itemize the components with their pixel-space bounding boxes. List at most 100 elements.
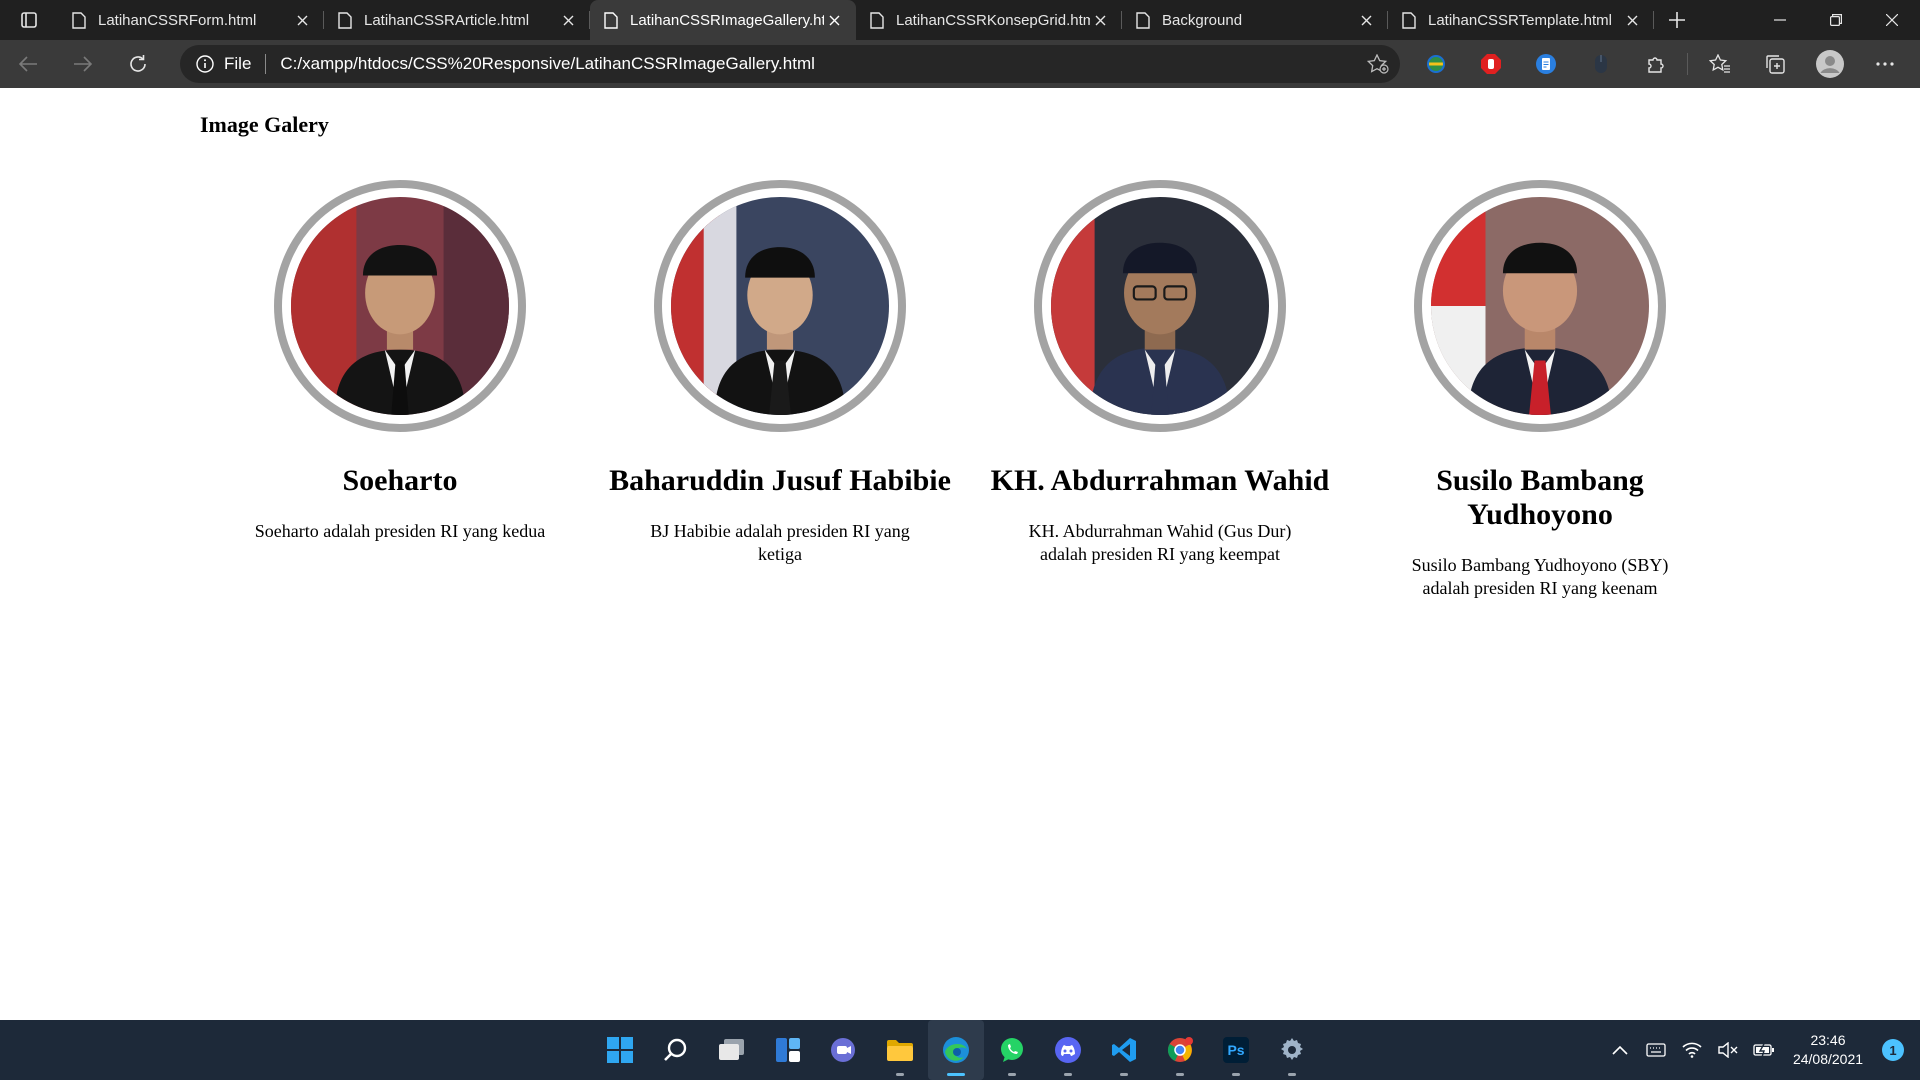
wifi-button[interactable] xyxy=(1674,1020,1710,1080)
close-tab-button[interactable] xyxy=(1090,10,1110,30)
puzzle-icon xyxy=(1647,57,1664,73)
taskbar-apps: Ps xyxy=(592,1020,1320,1080)
extension-docs-button[interactable] xyxy=(1518,40,1573,88)
add-favorite-button[interactable] xyxy=(1356,54,1400,74)
card-description: BJ Habibie adalah presiden RI yang ketig… xyxy=(650,521,910,564)
widgets-button[interactable] xyxy=(760,1020,816,1080)
tab-actions-icon xyxy=(21,12,37,28)
close-icon xyxy=(1361,15,1371,25)
photoshop-icon: Ps xyxy=(1223,1037,1249,1063)
favorites-button[interactable] xyxy=(1692,40,1747,88)
document-extension-icon xyxy=(1535,54,1556,74)
vscode-button[interactable] xyxy=(1096,1020,1152,1080)
stop-hand-icon xyxy=(1480,54,1501,74)
close-tab-button[interactable] xyxy=(1622,10,1642,30)
close-tab-button[interactable] xyxy=(1356,10,1376,30)
close-icon xyxy=(1886,14,1898,26)
whatsapp-button[interactable] xyxy=(984,1020,1040,1080)
tab-actions-button[interactable] xyxy=(0,0,58,40)
back-button[interactable] xyxy=(0,40,55,88)
page-icon xyxy=(1136,11,1150,29)
info-icon[interactable] xyxy=(196,55,214,73)
close-tab-button[interactable] xyxy=(824,10,844,30)
extension-adblock-button[interactable] xyxy=(1463,40,1518,88)
tab-image-gallery[interactable]: LatihanCSSRImageGallery.html xyxy=(590,0,856,40)
search-button[interactable] xyxy=(648,1020,704,1080)
image-gallery: Soeharto Soeharto adalah presiden RI yan… xyxy=(210,180,1730,600)
url-text[interactable]: C:/xampp/htdocs/CSS%20Responsive/Latihan… xyxy=(280,54,1356,74)
clock-time: 23:46 xyxy=(1810,1032,1846,1048)
tab-background[interactable]: Background xyxy=(1122,0,1388,40)
tab-title: LatihanCSSRArticle.html xyxy=(364,11,530,29)
task-view-button[interactable] xyxy=(704,1020,760,1080)
plus-icon xyxy=(1669,12,1685,28)
close-tab-button[interactable] xyxy=(558,10,578,30)
tab-konsep-grid[interactable]: LatihanCSSRKonsepGrid.html xyxy=(856,0,1122,40)
portrait-image xyxy=(671,197,889,415)
photoshop-button[interactable]: Ps xyxy=(1208,1020,1264,1080)
address-bar[interactable]: File C:/xampp/htdocs/CSS%20Responsive/La… xyxy=(180,45,1400,83)
gallery-card: Soeharto Soeharto adalah presiden RI yan… xyxy=(210,180,590,600)
windows-taskbar: Ps 23:46 24/08/2021 1 xyxy=(0,1020,1920,1080)
volume-muted-icon xyxy=(1718,1042,1738,1058)
file-explorer-button[interactable] xyxy=(872,1020,928,1080)
chrome-button[interactable] xyxy=(1152,1020,1208,1080)
chrome-icon xyxy=(1167,1037,1193,1062)
chat-button[interactable] xyxy=(816,1020,872,1080)
battery-button[interactable] xyxy=(1746,1020,1782,1080)
restore-button[interactable] xyxy=(1808,0,1864,40)
page-title: Image Galery xyxy=(200,112,329,137)
portrait-image xyxy=(1431,197,1649,415)
tab-title: LatihanCSSRTemplate.html xyxy=(1428,11,1612,29)
card-name: Susilo Bambang Yudhoyono xyxy=(1436,464,1644,531)
edge-button[interactable] xyxy=(928,1020,984,1080)
close-icon xyxy=(563,15,573,25)
profile-button[interactable] xyxy=(1802,40,1857,88)
site-scheme-label[interactable]: File xyxy=(224,54,251,74)
tab-template[interactable]: LatihanCSSRTemplate.html xyxy=(1388,0,1654,40)
refresh-button[interactable] xyxy=(110,40,165,88)
tab-article[interactable]: LatihanCSSRArticle.html xyxy=(324,0,590,40)
page-icon xyxy=(870,11,884,29)
extension-translate-button[interactable] xyxy=(1408,40,1463,88)
forward-button[interactable] xyxy=(55,40,110,88)
more-options-button[interactable] xyxy=(1857,40,1912,88)
discord-button[interactable] xyxy=(1040,1020,1096,1080)
collections-button[interactable] xyxy=(1747,40,1802,88)
close-icon xyxy=(829,15,839,25)
address-separator xyxy=(265,54,267,74)
close-window-button[interactable] xyxy=(1864,0,1920,40)
portrait-frame xyxy=(1034,180,1286,432)
keyboard-icon xyxy=(1646,1043,1666,1057)
whatsapp-icon xyxy=(1001,1038,1023,1062)
close-tab-button[interactable] xyxy=(292,10,312,30)
volume-button[interactable] xyxy=(1710,1020,1746,1080)
new-tab-button[interactable] xyxy=(1654,0,1700,40)
minimize-button[interactable] xyxy=(1752,0,1808,40)
favorites-icon xyxy=(1708,54,1730,73)
extension-mouse-button[interactable] xyxy=(1573,40,1628,88)
keyboard-button[interactable] xyxy=(1638,1020,1674,1080)
tab-form[interactable]: LatihanCSSRForm.html xyxy=(58,0,324,40)
page-icon xyxy=(604,11,618,29)
gallery-card: KH. Abdurrahman Wahid KH. Abdurrahman Wa… xyxy=(970,180,1350,600)
arrow-right-icon xyxy=(73,56,92,72)
settings-button[interactable] xyxy=(1264,1020,1320,1080)
clock[interactable]: 23:46 24/08/2021 xyxy=(1782,1031,1874,1069)
card-description: KH. Abdurrahman Wahid (Gus Dur) adalah p… xyxy=(1028,521,1292,564)
tab-title: LatihanCSSRForm.html xyxy=(98,11,257,29)
notification-badge[interactable]: 1 xyxy=(1882,1039,1904,1061)
gallery-card: Susilo Bambang Yudhoyono Susilo Bambang … xyxy=(1350,180,1730,600)
wifi-icon xyxy=(1682,1042,1702,1058)
more-horizontal-icon xyxy=(1875,62,1894,66)
show-hidden-icons-button[interactable] xyxy=(1602,1020,1638,1080)
collections-icon xyxy=(1765,55,1785,74)
globe-extension-icon xyxy=(1426,55,1445,73)
start-button[interactable] xyxy=(592,1020,648,1080)
folder-icon xyxy=(887,1040,913,1061)
task-view-icon xyxy=(719,1039,744,1060)
extensions-button[interactable] xyxy=(1628,40,1683,88)
window-controls xyxy=(1752,0,1920,40)
web-page: Image Galery Soeharto Soeharto adalah pr… xyxy=(0,88,1920,1020)
close-icon xyxy=(1095,15,1105,25)
